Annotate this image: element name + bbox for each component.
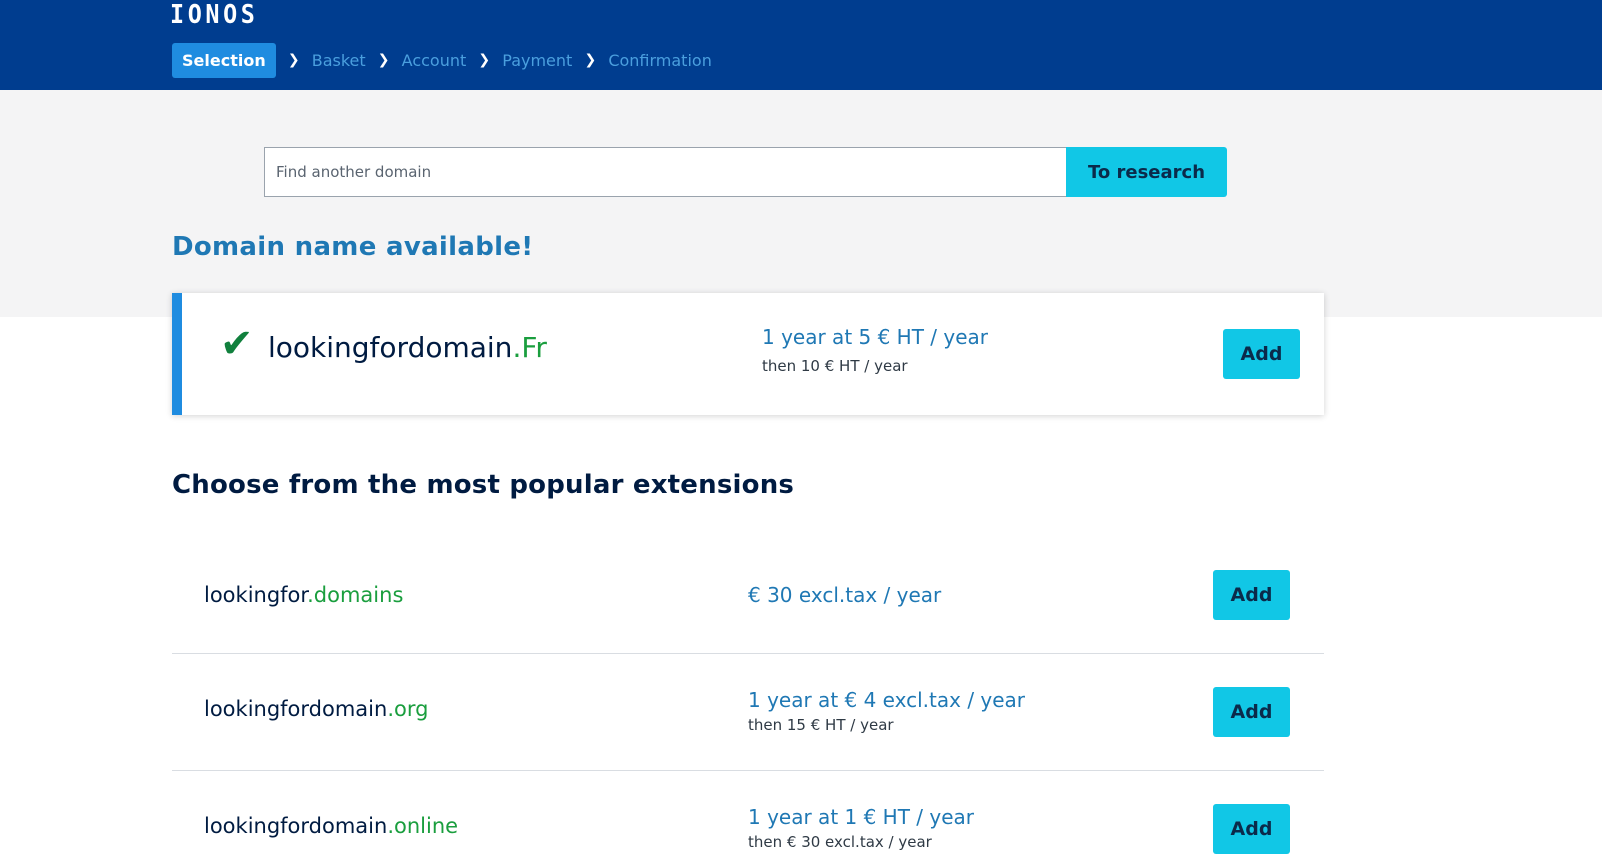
extension-domain: lookingfordomain.org bbox=[204, 694, 428, 724]
domain-search-input[interactable] bbox=[264, 147, 1066, 197]
price-main: 1 year at € 4 excl.tax / year bbox=[748, 688, 1026, 712]
price-sub: then 15 € HT / year bbox=[748, 716, 894, 734]
chevron-right-icon: ❯ bbox=[478, 52, 491, 68]
research-button[interactable]: To research bbox=[1066, 147, 1227, 197]
domain-name: lookingfordomain bbox=[204, 697, 388, 721]
add-button[interactable]: Add bbox=[1213, 687, 1290, 737]
add-button[interactable]: Add bbox=[1213, 570, 1290, 620]
domain-search: To research bbox=[264, 147, 1227, 197]
price-sub: then € 30 excl.tax / year bbox=[748, 833, 932, 851]
step-payment[interactable]: Payment bbox=[502, 43, 572, 78]
price-sub: then 10 € HT / year bbox=[762, 357, 908, 375]
extension-price: € 30 excl.tax / year bbox=[748, 581, 941, 609]
price-main: 1 year at 1 € HT / year bbox=[748, 805, 975, 829]
step-account[interactable]: Account bbox=[402, 43, 467, 78]
domain-tld: .org bbox=[387, 697, 429, 721]
extension-price: 1 year at 1 € HT / year then € 30 excl.t… bbox=[748, 803, 974, 853]
price-main: 1 year at 5 € HT / year bbox=[762, 325, 989, 349]
domain-name: lookingfordomain bbox=[204, 814, 388, 838]
step-confirmation[interactable]: Confirmation bbox=[608, 43, 712, 78]
popular-extensions-title: Choose from the most popular extensions bbox=[172, 470, 795, 500]
extension-domain: lookingfor.domains bbox=[204, 580, 403, 610]
step-selection[interactable]: Selection bbox=[172, 43, 276, 78]
extension-domain: lookingfordomain.online bbox=[204, 811, 458, 841]
available-domain-name: lookingfordomain.Fr bbox=[268, 329, 547, 367]
add-button[interactable]: Add bbox=[1213, 804, 1290, 854]
ionos-logo[interactable]: IONOS bbox=[170, 0, 258, 30]
step-basket[interactable]: Basket bbox=[312, 43, 366, 78]
search-band bbox=[0, 90, 1602, 317]
available-domain-price: 1 year at 5 € HT / year then 10 € HT / y… bbox=[762, 323, 988, 377]
extension-price: 1 year at € 4 excl.tax / year then 15 € … bbox=[748, 686, 1025, 736]
check-icon: ✔ bbox=[220, 321, 254, 367]
domain-tld: .domains bbox=[307, 583, 404, 607]
domain-name: lookingfordomain bbox=[268, 331, 513, 364]
domain-tld: .online bbox=[387, 814, 459, 838]
chevron-right-icon: ❯ bbox=[584, 52, 597, 68]
extension-row: lookingfordomain.online 1 year at 1 € HT… bbox=[172, 771, 1324, 866]
chevron-right-icon: ❯ bbox=[377, 52, 390, 68]
checkout-steps: Selection ❯ Basket ❯ Account ❯ Payment ❯… bbox=[172, 43, 712, 78]
available-domain-card: ✔ lookingfordomain.Fr 1 year at 5 € HT /… bbox=[172, 293, 1324, 415]
price-main: € 30 excl.tax / year bbox=[748, 583, 942, 607]
extension-row: lookingfor.domains € 30 excl.tax / year … bbox=[172, 537, 1324, 654]
chevron-right-icon: ❯ bbox=[287, 52, 300, 68]
domain-name: lookingfor bbox=[204, 583, 308, 607]
availability-title: Domain name available! bbox=[172, 232, 534, 262]
top-header: IONOS Selection ❯ Basket ❯ Account ❯ Pay… bbox=[0, 0, 1602, 90]
domain-tld: .Fr bbox=[512, 331, 547, 364]
extension-row: lookingfordomain.org 1 year at € 4 excl.… bbox=[172, 654, 1324, 771]
add-button[interactable]: Add bbox=[1223, 329, 1300, 379]
